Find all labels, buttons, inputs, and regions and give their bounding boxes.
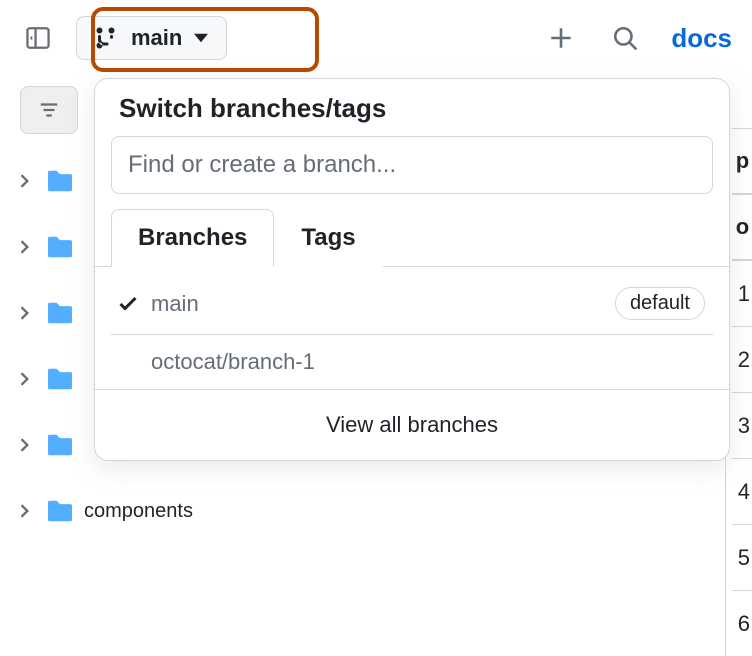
branch-item-label: main [151,291,199,317]
line-number: 6 [732,590,752,656]
docs-link[interactable]: docs [671,23,732,54]
line-number: 5 [732,524,752,590]
gutter-header: o [732,194,752,260]
view-all-branches-link[interactable]: View all branches [95,389,729,460]
tab-tags[interactable]: Tags [274,209,382,267]
folder-icon [46,235,74,259]
chevron-right-icon [18,240,36,254]
chevron-right-icon [18,438,36,452]
git-branch-icon [95,26,119,50]
folder-icon [46,499,74,523]
branch-name-label: main [131,25,182,51]
tab-branches[interactable]: Branches [111,209,274,267]
folder-icon [46,433,74,457]
filter-button[interactable] [20,86,78,134]
line-number: 2 [732,326,752,392]
add-button[interactable] [543,20,579,56]
chevron-right-icon [18,504,36,518]
toolbar: main docs [0,0,752,76]
filter-icon [38,99,60,121]
tree-item-label: components [84,500,193,523]
folder-icon [46,367,74,391]
caret-down-icon [194,31,208,45]
popover-title: Switch branches/tags [95,93,729,136]
gutter-header: p [732,128,752,194]
branch-select-button[interactable]: main [76,16,227,60]
line-number: 3 [732,392,752,458]
search-icon [612,25,638,51]
line-number: 1 [732,260,752,326]
chevron-right-icon [18,306,36,320]
branch-item-label: octocat/branch-1 [151,349,315,375]
tree-row[interactable]: components [18,478,752,544]
branch-switcher-popover: Switch branches/tags Branches Tags main … [94,78,730,461]
folder-icon [46,301,74,325]
check-icon [119,295,141,313]
line-number: 4 [732,458,752,524]
panel-collapse-icon [25,25,51,51]
chevron-right-icon [18,174,36,188]
branch-item-main[interactable]: main default [111,273,713,335]
popover-tabs: Branches Tags [95,208,729,267]
folder-icon [46,169,74,193]
plus-icon [548,25,574,51]
search-button[interactable] [607,20,643,56]
branch-search-input[interactable] [111,136,713,194]
branch-list: main default octocat/branch-1 [95,267,729,389]
chevron-right-icon [18,372,36,386]
branch-item-octocat[interactable]: octocat/branch-1 [111,335,713,389]
sidebar-collapse-button[interactable] [20,20,56,56]
default-badge: default [615,287,705,320]
